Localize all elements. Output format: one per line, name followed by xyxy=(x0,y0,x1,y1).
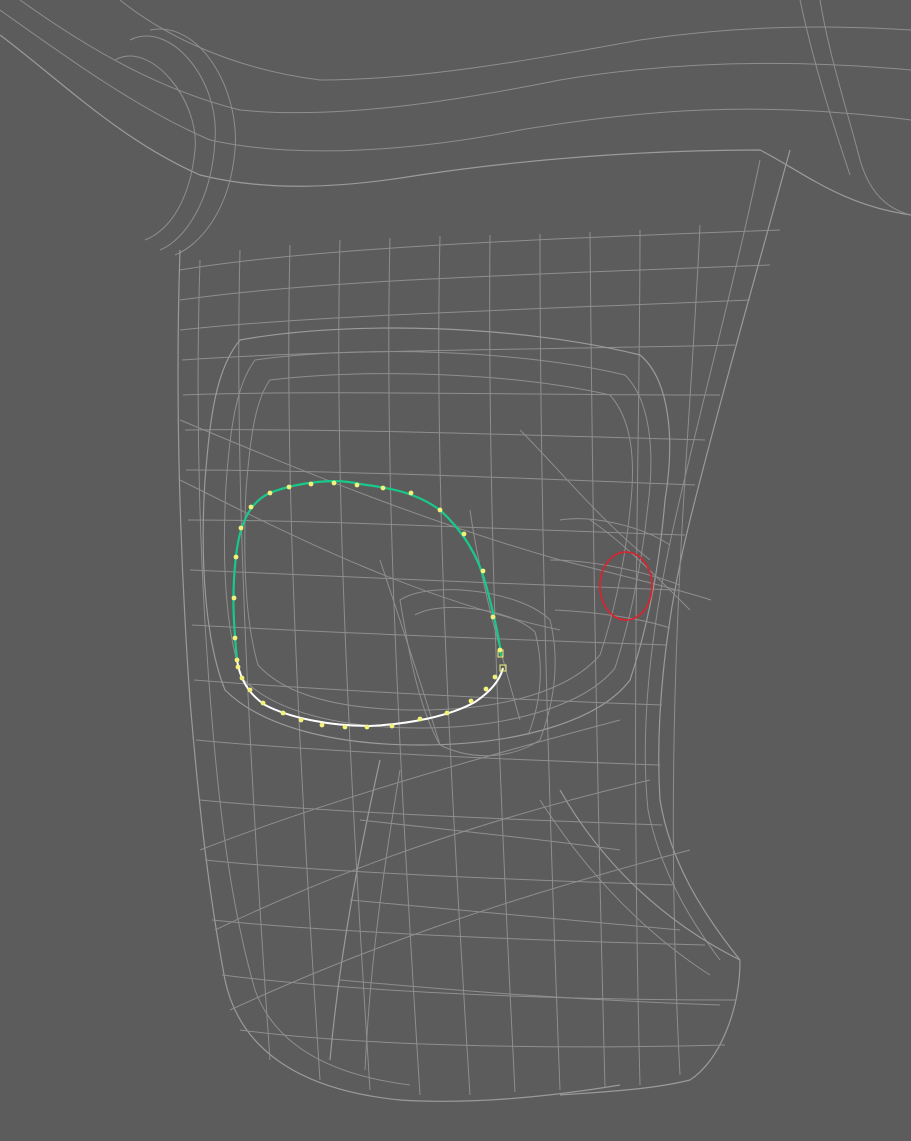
control-vertex[interactable] xyxy=(389,723,395,729)
control-vertex[interactable] xyxy=(492,674,498,680)
control-vertex[interactable] xyxy=(437,507,443,513)
control-vertex[interactable] xyxy=(331,480,337,486)
control-vertex[interactable] xyxy=(319,722,325,728)
control-vertex[interactable] xyxy=(490,614,496,620)
control-vertex[interactable] xyxy=(483,686,489,692)
control-vertex[interactable] xyxy=(235,664,241,670)
control-vertex[interactable] xyxy=(280,710,286,716)
control-vertex[interactable] xyxy=(233,554,239,560)
control-vertex[interactable] xyxy=(468,698,474,704)
control-vertex[interactable] xyxy=(239,675,245,681)
control-vertex[interactable] xyxy=(308,481,314,487)
control-vertex[interactable] xyxy=(461,531,467,537)
3d-viewport[interactable] xyxy=(0,0,911,1141)
control-vertex[interactable] xyxy=(417,716,423,722)
control-vertex[interactable] xyxy=(444,710,450,716)
control-vertex[interactable] xyxy=(364,724,370,730)
control-vertex[interactable] xyxy=(260,700,266,706)
control-vertex[interactable] xyxy=(231,595,237,601)
control-vertex[interactable] xyxy=(267,490,273,496)
control-vertex[interactable] xyxy=(380,485,386,491)
wireframe-scene[interactable] xyxy=(0,0,911,1141)
control-vertex[interactable] xyxy=(248,504,254,510)
control-vertex[interactable] xyxy=(408,490,414,496)
control-vertex[interactable] xyxy=(232,635,238,641)
control-vertex[interactable] xyxy=(480,568,486,574)
control-vertex[interactable] xyxy=(342,724,348,730)
control-vertex[interactable] xyxy=(298,717,304,723)
control-vertex[interactable] xyxy=(234,657,240,663)
control-vertex[interactable] xyxy=(247,687,253,693)
control-vertex[interactable] xyxy=(286,484,292,490)
viewport-background xyxy=(0,0,911,1141)
control-vertex[interactable] xyxy=(238,525,244,531)
control-vertex[interactable] xyxy=(354,482,360,488)
